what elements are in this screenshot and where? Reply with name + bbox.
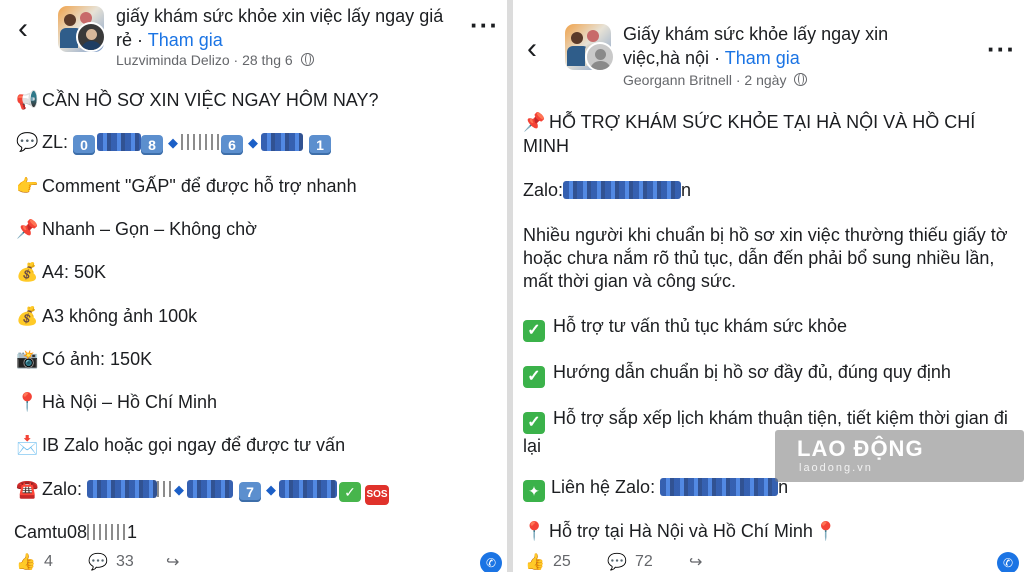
back-icon[interactable]: ‹ xyxy=(527,34,537,64)
post-line: 💰 A3 không ảnh 100k xyxy=(16,306,198,326)
watermark-brand: LAO ĐỘNG xyxy=(797,436,924,461)
post-line: 📌 HỖ TRỢ KHÁM SỨC KHỎE TẠI HÀ NỘI VÀ HỒ C… xyxy=(523,112,976,156)
more-options-icon[interactable]: ··· xyxy=(987,36,1016,62)
post-line: 📸 Có ảnh: 150K xyxy=(16,349,153,369)
post-line: 💰 A4: 50K xyxy=(16,262,107,282)
like-icon[interactable]: 👍 xyxy=(525,552,545,572)
group-title[interactable]: Giấy khám sức khỏe lấy ngay xin việc,hà … xyxy=(623,22,943,70)
check-box-icon: ✓ xyxy=(339,482,362,502)
diamond-icon: ◆ xyxy=(174,482,185,497)
check-box-icon: ✓ xyxy=(523,366,545,388)
obscured-number xyxy=(157,481,172,497)
location-pin-icon: 📍 xyxy=(16,392,39,412)
watermark: LAO ĐỘNG laodong.vn xyxy=(775,430,1024,482)
obscured-number xyxy=(181,134,222,150)
pushpin-icon: 📌 xyxy=(16,219,39,239)
join-group-link[interactable]: Tham gia xyxy=(148,30,223,50)
pushpin-icon: 📌 xyxy=(523,112,546,132)
share-icon[interactable]: ↪ xyxy=(689,552,702,572)
obscured-number xyxy=(279,480,338,498)
sos-icon: SOS xyxy=(365,485,390,505)
post-header: ‹ Giấy khám sức khỏe lấy ngay xin việc,h… xyxy=(513,0,1024,88)
obscured-number xyxy=(87,524,128,540)
post-meta: Luzviminda Delizo · 28 thg 6 xyxy=(116,52,314,68)
sparkle-icon: ✦ xyxy=(523,480,545,502)
post-line: ✓ Hỗ trợ tư vấn thủ tục khám sức khỏe xyxy=(523,314,847,342)
messenger-icon[interactable]: ✆ xyxy=(997,552,1019,572)
post-footer: 👍 25 💬 72 ↪ ✆ xyxy=(513,552,1024,572)
check-box-icon: ✓ xyxy=(523,412,545,434)
keycap-digit: 1 xyxy=(309,135,332,155)
diamond-icon: ◆ xyxy=(168,135,179,150)
obscured-number xyxy=(660,478,779,496)
post-paragraph: Nhiều người khi chuẩn bị hồ sơ xin việc … xyxy=(523,225,1008,291)
group-title[interactable]: giấy khám sức khỏe xin việc lấy ngay giá… xyxy=(116,4,446,52)
pointing-hand-icon: 👉 xyxy=(16,176,39,196)
post-time[interactable]: 2 ngày xyxy=(744,72,786,88)
more-options-icon[interactable]: ··· xyxy=(470,12,499,38)
author-avatar[interactable] xyxy=(76,22,106,52)
post-meta: Georgann Britnell · 2 ngày xyxy=(623,72,808,88)
comment-icon[interactable]: 💬 xyxy=(88,552,108,572)
reaction-count[interactable]: 4 xyxy=(44,553,53,571)
obscured-number xyxy=(261,133,304,151)
post-header: ‹ giấy khám sức khỏe xin việc lấy ngay g… xyxy=(0,0,507,80)
obscured-number xyxy=(97,133,142,151)
location-pin-icon: 📍 xyxy=(523,521,546,541)
watermark-domain: laodong.vn xyxy=(799,462,873,474)
zalo-line: 💬 ZL: 0 8 ◆ 6 ◆ 1 xyxy=(16,130,333,155)
zalo-line: Zalo: n xyxy=(523,180,692,200)
right-post-panel: ‹ Giấy khám sức khỏe lấy ngay xin việc,h… xyxy=(513,0,1024,572)
back-icon[interactable]: ‹ xyxy=(18,14,28,44)
post-line: 📌 Nhanh – Gọn – Không chờ xyxy=(16,219,257,239)
check-box-icon: ✓ xyxy=(523,320,545,342)
zalo-line: ☎️ Zalo: ◆ 7 ◆ ✓ SOS xyxy=(16,477,390,505)
keycap-digit: 0 xyxy=(73,135,96,155)
reaction-count[interactable]: 25 xyxy=(553,553,571,571)
post-line: 📢 CẦN HỒ SƠ XIN VIỆC NGAY HÔM NAY? xyxy=(16,90,379,110)
like-icon[interactable]: 👍 xyxy=(16,552,36,572)
location-pin-icon: 📍 xyxy=(814,521,838,541)
speech-bubble-icon: 💬 xyxy=(16,132,39,152)
post-time[interactable]: 28 thg 6 xyxy=(242,52,293,68)
camera-icon: 📸 xyxy=(16,349,39,369)
share-icon[interactable]: ↪ xyxy=(166,552,179,572)
post-line: 👉 Comment "GẤP" để được hỗ trợ nhanh xyxy=(16,176,357,196)
author-name[interactable]: Luzviminda Delizo xyxy=(116,52,230,68)
globe-icon xyxy=(300,53,314,66)
keycap-digit: 7 xyxy=(239,482,262,502)
author-avatar[interactable] xyxy=(585,42,615,72)
post-line: 📩 IB Zalo hoặc gọi ngay để được tư vấn xyxy=(16,435,346,455)
telephone-icon: ☎️ xyxy=(16,479,39,499)
post-line: 📍 Hà Nội – Hồ Chí Minh xyxy=(16,392,218,412)
obscured-number xyxy=(563,181,682,199)
obscured-number xyxy=(187,480,234,498)
keycap-digit: 8 xyxy=(141,135,164,155)
comment-count[interactable]: 33 xyxy=(116,553,134,571)
diamond-icon: ◆ xyxy=(248,135,259,150)
messenger-icon[interactable]: ✆ xyxy=(480,552,502,572)
join-group-link[interactable]: Tham gia xyxy=(725,48,800,68)
obscured-number xyxy=(87,480,158,498)
money-bag-icon: 💰 xyxy=(16,306,39,326)
author-name[interactable]: Georgann Britnell xyxy=(623,72,732,88)
envelope-icon: 📩 xyxy=(16,435,39,455)
megaphone-icon: 📢 xyxy=(16,90,39,110)
keycap-digit: 6 xyxy=(221,135,244,155)
post-line: ✓ Hướng dẫn chuẩn bị hồ sơ đầy đủ, đúng q… xyxy=(523,360,951,388)
globe-icon xyxy=(794,73,808,86)
comment-count[interactable]: 72 xyxy=(635,553,653,571)
money-bag-icon: 💰 xyxy=(16,262,39,282)
post-line: 📍 Hỗ trợ tại Hà Nội và Hồ Chí Minh 📍 xyxy=(523,521,838,541)
left-post-panel: ‹ giấy khám sức khỏe xin việc lấy ngay g… xyxy=(0,0,507,572)
zalo-line: ✦ Liên hệ Zalo: n xyxy=(523,475,788,502)
comment-icon[interactable]: 💬 xyxy=(607,552,627,572)
diamond-icon: ◆ xyxy=(266,482,277,497)
post-line: Camtu08 1 xyxy=(14,522,138,542)
post-footer: 👍 4 💬 33 ↪ ✆ xyxy=(0,552,507,572)
